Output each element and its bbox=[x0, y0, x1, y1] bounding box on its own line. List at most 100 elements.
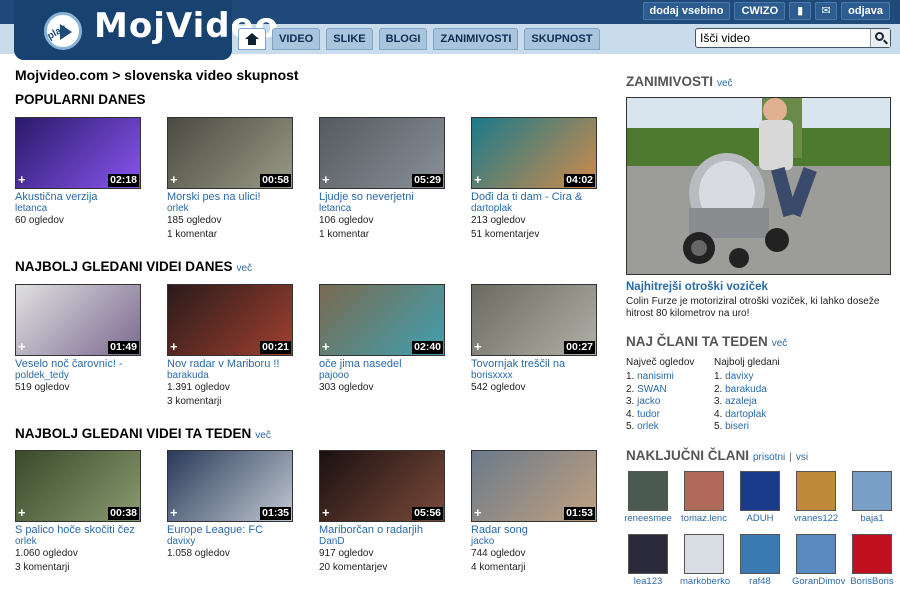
video-author[interactable]: barakuda bbox=[167, 370, 293, 381]
tab-zanimivosti[interactable]: ZANIMIVOSTI bbox=[433, 28, 519, 50]
member-link[interactable]: 2. barakuda bbox=[714, 384, 780, 397]
member-link[interactable]: 5. orlek bbox=[626, 421, 694, 434]
more-link[interactable]: več bbox=[717, 78, 733, 89]
member-name[interactable]: GoranDimov bbox=[792, 576, 845, 587]
member-tile[interactable]: markoberko bbox=[680, 534, 730, 587]
video-title[interactable]: Ljudje so neverjetni bbox=[319, 191, 445, 203]
video-card[interactable]: +01:35 Europe League: FC davixy 1.058 ogled… bbox=[167, 450, 293, 561]
video-title[interactable]: Morski pes na ulici! bbox=[167, 191, 293, 203]
featured-video-thumbnail[interactable] bbox=[626, 97, 891, 275]
video-thumbnail[interactable]: +00:27 bbox=[471, 284, 597, 356]
video-card[interactable]: +02:18 Akustična verzija letanca 60 ogledov bbox=[15, 117, 141, 228]
video-thumbnail[interactable]: +04:02 bbox=[471, 117, 597, 189]
video-thumbnail[interactable]: +02:18 bbox=[15, 117, 141, 189]
video-card[interactable]: +00:21 Nov radar v Mariboru !! barakuda 1.3… bbox=[167, 284, 293, 409]
video-thumbnail[interactable]: +01:53 bbox=[471, 450, 597, 522]
video-title[interactable]: Tovornjak treščil na bbox=[471, 358, 597, 370]
add-to-playlist-icon[interactable]: + bbox=[474, 339, 482, 354]
video-title[interactable]: Radar song bbox=[471, 524, 597, 536]
video-thumbnail[interactable]: +02:40 bbox=[319, 284, 445, 356]
video-thumbnail[interactable]: +00:58 bbox=[167, 117, 293, 189]
video-author[interactable]: orlek bbox=[15, 536, 141, 547]
member-link[interactable]: 1. nanisimi bbox=[626, 371, 694, 384]
video-card[interactable]: +02:40 oče jima nasedel pajooo 303 ogledov bbox=[319, 284, 445, 395]
video-author[interactable]: DanD bbox=[319, 536, 445, 547]
logout-link[interactable]: odjava bbox=[841, 2, 890, 20]
more-link[interactable]: več bbox=[255, 430, 271, 441]
member-name[interactable]: raf48 bbox=[736, 576, 784, 587]
video-title[interactable]: Dođi da ti dam - Cira & bbox=[471, 191, 597, 203]
member-name[interactable]: baja1 bbox=[848, 513, 896, 524]
video-author[interactable]: letanca bbox=[15, 203, 141, 214]
member-link[interactable]: 2. SWAN bbox=[626, 384, 694, 397]
member-link[interactable]: 3. azaleja bbox=[714, 396, 780, 409]
add-to-playlist-icon[interactable]: + bbox=[170, 505, 178, 520]
more-link[interactable]: več bbox=[772, 338, 788, 349]
member-name[interactable]: tomaz.lenc bbox=[680, 513, 728, 524]
video-thumbnail[interactable]: +00:38 bbox=[15, 450, 141, 522]
video-thumbnail[interactable]: +05:56 bbox=[319, 450, 445, 522]
member-name[interactable]: reneesmee bbox=[624, 513, 672, 524]
video-author[interactable]: borisxxxx bbox=[471, 370, 597, 381]
video-card[interactable]: +01:53 Radar song jacko 744 ogledov 4 koment… bbox=[471, 450, 597, 575]
video-card[interactable]: +00:27 Tovornjak treščil na borisxxxx 542 o… bbox=[471, 284, 597, 395]
member-link[interactable]: 1. davixy bbox=[714, 371, 780, 384]
video-card[interactable]: +01:49 Veselo noč čarovnic! - poldek_tedy 5… bbox=[15, 284, 141, 395]
member-tile[interactable]: tomaz.lenc bbox=[680, 471, 728, 524]
add-to-playlist-icon[interactable]: + bbox=[18, 172, 26, 187]
video-title[interactable]: Akustična verzija bbox=[15, 191, 141, 203]
add-to-playlist-icon[interactable]: + bbox=[18, 505, 26, 520]
member-name[interactable]: markoberko bbox=[680, 576, 730, 587]
member-tile[interactable]: GoranDimov bbox=[792, 534, 845, 587]
video-thumbnail[interactable]: +05:29 bbox=[319, 117, 445, 189]
video-author[interactable]: letanca bbox=[319, 203, 445, 214]
add-content-link[interactable]: dodaj vsebino bbox=[642, 2, 731, 20]
video-author[interactable]: poldek_tedy bbox=[15, 370, 141, 381]
add-to-playlist-icon[interactable]: + bbox=[474, 505, 482, 520]
video-title[interactable]: Mariborčan o radarjih bbox=[319, 524, 445, 536]
avatar[interactable] bbox=[628, 471, 668, 511]
tab-video[interactable]: VIDEO bbox=[272, 28, 321, 50]
member-name[interactable]: vranes122 bbox=[792, 513, 840, 524]
add-to-playlist-icon[interactable]: + bbox=[322, 339, 330, 354]
member-name[interactable]: lea123 bbox=[624, 576, 672, 587]
video-author[interactable]: pajooo bbox=[319, 370, 445, 381]
member-tile[interactable]: baja1 bbox=[848, 471, 896, 524]
username-link[interactable]: CWIZO bbox=[734, 2, 786, 20]
all-link[interactable]: vsi bbox=[796, 452, 808, 463]
avatar[interactable] bbox=[740, 471, 780, 511]
add-to-playlist-icon[interactable]: + bbox=[170, 339, 178, 354]
member-link[interactable]: 4. tudor bbox=[626, 409, 694, 422]
avatar[interactable] bbox=[852, 534, 892, 574]
add-to-playlist-icon[interactable]: + bbox=[322, 172, 330, 187]
tab-slike[interactable]: SLIKE bbox=[326, 28, 373, 50]
tab-skupnost[interactable]: SKUPNOST bbox=[524, 28, 600, 50]
video-card[interactable]: +05:56 Mariborčan o radarjih DanD 917 ogled… bbox=[319, 450, 445, 575]
member-name[interactable]: ADUH bbox=[736, 513, 784, 524]
video-card[interactable]: +00:38 S palico hoče skočiti čez orlek 1.06… bbox=[15, 450, 141, 575]
video-card[interactable]: +04:02 Dođi da ti dam - Cira & dartoplak 21… bbox=[471, 117, 597, 242]
avatar[interactable] bbox=[796, 534, 836, 574]
member-link[interactable]: 4. dartoplak bbox=[714, 409, 780, 422]
tab-home[interactable] bbox=[238, 28, 266, 50]
info-icon[interactable]: ▮ bbox=[789, 2, 812, 20]
avatar[interactable] bbox=[796, 471, 836, 511]
video-thumbnail[interactable]: +01:49 bbox=[15, 284, 141, 356]
member-tile[interactable]: ADUH bbox=[736, 471, 784, 524]
add-to-playlist-icon[interactable]: + bbox=[170, 172, 178, 187]
member-tile[interactable]: reneesmee bbox=[624, 471, 672, 524]
member-tile[interactable]: BorisBoris bbox=[848, 534, 896, 587]
video-author[interactable]: dartoplak bbox=[471, 203, 597, 214]
search-button[interactable] bbox=[870, 29, 890, 47]
avatar[interactable] bbox=[852, 471, 892, 511]
member-tile[interactable]: vranes122 bbox=[792, 471, 840, 524]
member-name[interactable]: BorisBoris bbox=[848, 576, 896, 587]
video-author[interactable]: davixy bbox=[167, 536, 293, 547]
search-input[interactable] bbox=[700, 31, 868, 45]
video-card[interactable]: +05:29 Ljudje so neverjetni letanca 106 ogl… bbox=[319, 117, 445, 242]
member-tile[interactable]: raf48 bbox=[736, 534, 784, 587]
logo[interactable]: play MojVideo bbox=[14, 0, 278, 60]
video-thumbnail[interactable]: +00:21 bbox=[167, 284, 293, 356]
member-tile[interactable]: lea123 bbox=[624, 534, 672, 587]
tab-blogi[interactable]: BLOGI bbox=[378, 28, 428, 50]
